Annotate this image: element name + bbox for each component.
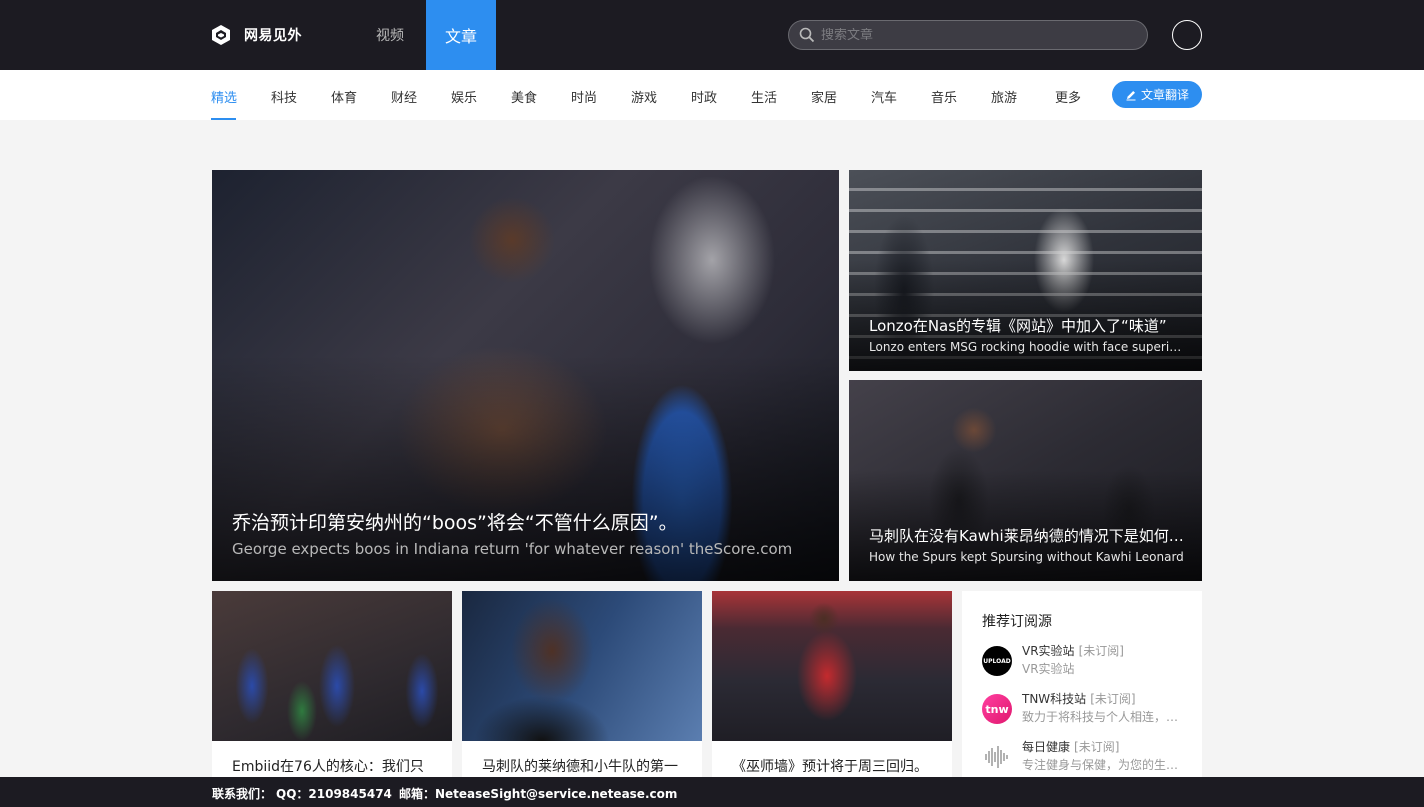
active-tab-underline (211, 118, 236, 120)
top-navbar: 网易见外 视频 文章 (0, 0, 1424, 70)
category-tab-featured[interactable]: 精选 (211, 87, 237, 106)
category-tab-life[interactable]: 生活 (751, 87, 777, 106)
source-name-2[interactable]: TNW科技站 [未订阅] (1022, 690, 1136, 707)
category-tab-entertainment[interactable]: 娱乐 (451, 87, 477, 106)
source-desc-3: 专注健身与保健，为您的生活添色彩 (1022, 758, 1187, 772)
footer-contact-label: 联系我们： (212, 787, 273, 801)
small-article-image-3 (712, 591, 952, 741)
category-tab-auto[interactable]: 汽车 (871, 87, 897, 106)
pencil-icon (1126, 90, 1136, 100)
featured-article-subtitle: George expects boos in Indiana return 'f… (232, 540, 793, 558)
sidebar-title: 推荐订阅源 (982, 614, 1052, 630)
category-tab-travel[interactable]: 旅游 (991, 87, 1017, 106)
side-article-title-2[interactable]: 马刺队在没有Kawhi莱昂纳德的情况下是如何做到的 (869, 525, 1184, 546)
source-desc-2: 致力于将科技与个人相连，推动科技发展 (1022, 710, 1187, 724)
category-tab-home[interactable]: 家居 (811, 87, 837, 106)
side-article-subtitle-1: Lonzo enters MSG rocking hoodie with fac… (869, 340, 1184, 354)
upload-logo-icon: UPLOAD (982, 646, 1012, 676)
category-tab-food[interactable]: 美食 (511, 87, 537, 106)
category-tab-fashion[interactable]: 时尚 (571, 87, 597, 106)
search-icon (799, 27, 815, 43)
source-status-2[interactable]: [未订阅] (1090, 692, 1135, 706)
recommended-sources-panel: 推荐订阅源 UPLOAD VR实验站 [未订阅] VR实验站 tnw TNW科技站… (962, 591, 1202, 791)
source-name-text-1: VR实验站 (1022, 644, 1075, 658)
source-item-3[interactable]: 每日健康[未订阅] 专注健身与保健，为您的生活添色彩 (982, 738, 1192, 778)
side-article-title-1[interactable]: Lonzo在Nas的专辑《网站》中加入了“味道” (869, 315, 1184, 336)
health-logo-icon (982, 742, 1012, 772)
source-desc-1: VR实验站 (1022, 662, 1075, 676)
category-tab-games[interactable]: 游戏 (631, 87, 657, 106)
search-box[interactable] (788, 20, 1148, 50)
source-status-3[interactable]: [未订阅] (1074, 740, 1119, 754)
small-article-title-3[interactable]: 《巫师墙》预计将于周三回归。 (732, 756, 937, 776)
source-item-1[interactable]: UPLOAD VR实验站 [未订阅] VR实验站 (982, 642, 1192, 682)
footer-email[interactable]: 邮箱：NeteaseSight@service.netease.com (399, 785, 677, 802)
logo-icon[interactable] (211, 24, 231, 46)
side-article-card-2[interactable]: 马刺队在没有Kawhi莱昂纳德的情况下是如何做到的 How the Spurs … (849, 380, 1202, 581)
footer-qq: QQ：2109845474 (276, 787, 392, 801)
nav-tab-article[interactable]: 文章 (426, 0, 496, 70)
category-tab-finance[interactable]: 财经 (391, 87, 417, 106)
category-tab-music[interactable]: 音乐 (931, 87, 957, 106)
small-article-title-1[interactable]: Embiid在76人的核心：我们只 (232, 756, 437, 776)
small-article-card-2[interactable]: 马刺队的莱纳德和小牛队的第一 (462, 591, 702, 791)
source-name-1[interactable]: VR实验站 [未订阅] (1022, 642, 1124, 659)
source-name-3[interactable]: 每日健康 [未订阅] (1022, 738, 1119, 755)
side-article-subtitle-2: How the Spurs kept Spursing without Kawh… (869, 550, 1184, 564)
source-item-2[interactable]: tnw TNW科技站[未订阅] 致力于将科技与个人相连，推动科技发展 (982, 690, 1192, 730)
user-avatar[interactable] (1172, 20, 1202, 50)
search-input[interactable] (821, 27, 1121, 43)
tnw-logo-icon: tnw (982, 694, 1012, 724)
category-tab-sports[interactable]: 体育 (331, 87, 357, 106)
translate-button-label: 文章翻译 (1140, 88, 1189, 102)
source-name-text-2: TNW科技站 (1022, 692, 1087, 706)
brand-name[interactable]: 网易见外 (244, 25, 302, 45)
source-status-1[interactable]: [未订阅] (1079, 644, 1124, 658)
small-article-image-1 (212, 591, 452, 741)
source-name-text-3: 每日健康 (1022, 740, 1071, 754)
translate-article-button[interactable]: 文章翻译 (1112, 81, 1202, 108)
small-article-title-2[interactable]: 马刺队的莱纳德和小牛队的第一 (482, 756, 687, 776)
source-logo-text-2: tnw (985, 702, 1009, 716)
small-article-card-1[interactable]: Embiid在76人的核心：我们只 (212, 591, 452, 791)
small-article-card-3[interactable]: 《巫师墙》预计将于周三回归。 (712, 591, 952, 791)
category-tab-tech[interactable]: 科技 (271, 87, 297, 106)
sound-wave-icon (985, 746, 1008, 768)
footer-bar: 联系我们： QQ：2109845474 邮箱：NeteaseSight@serv… (0, 777, 1424, 807)
featured-article-title[interactable]: 乔治预计印第安纳州的“boos”将会“不管什么原因”。 (232, 508, 821, 535)
category-tab-politics[interactable]: 时政 (691, 87, 717, 106)
small-article-image-2 (462, 591, 702, 741)
side-article-card-1[interactable]: Lonzo在Nas的专辑《网站》中加入了“味道” Lonzo enters MS… (849, 170, 1202, 371)
source-logo-text-1: UPLOAD (983, 657, 1011, 665)
category-bar: 精选 科技 体育 财经 娱乐 美食 时尚 游戏 时政 生活 家居 汽车 音乐 旅… (0, 70, 1424, 120)
nav-tab-video[interactable]: 视频 (376, 25, 404, 45)
category-tab-more[interactable]: 更多 (1055, 87, 1081, 106)
featured-article-card[interactable]: 乔治预计印第安纳州的“boos”将会“不管什么原因”。 George expec… (212, 170, 839, 581)
